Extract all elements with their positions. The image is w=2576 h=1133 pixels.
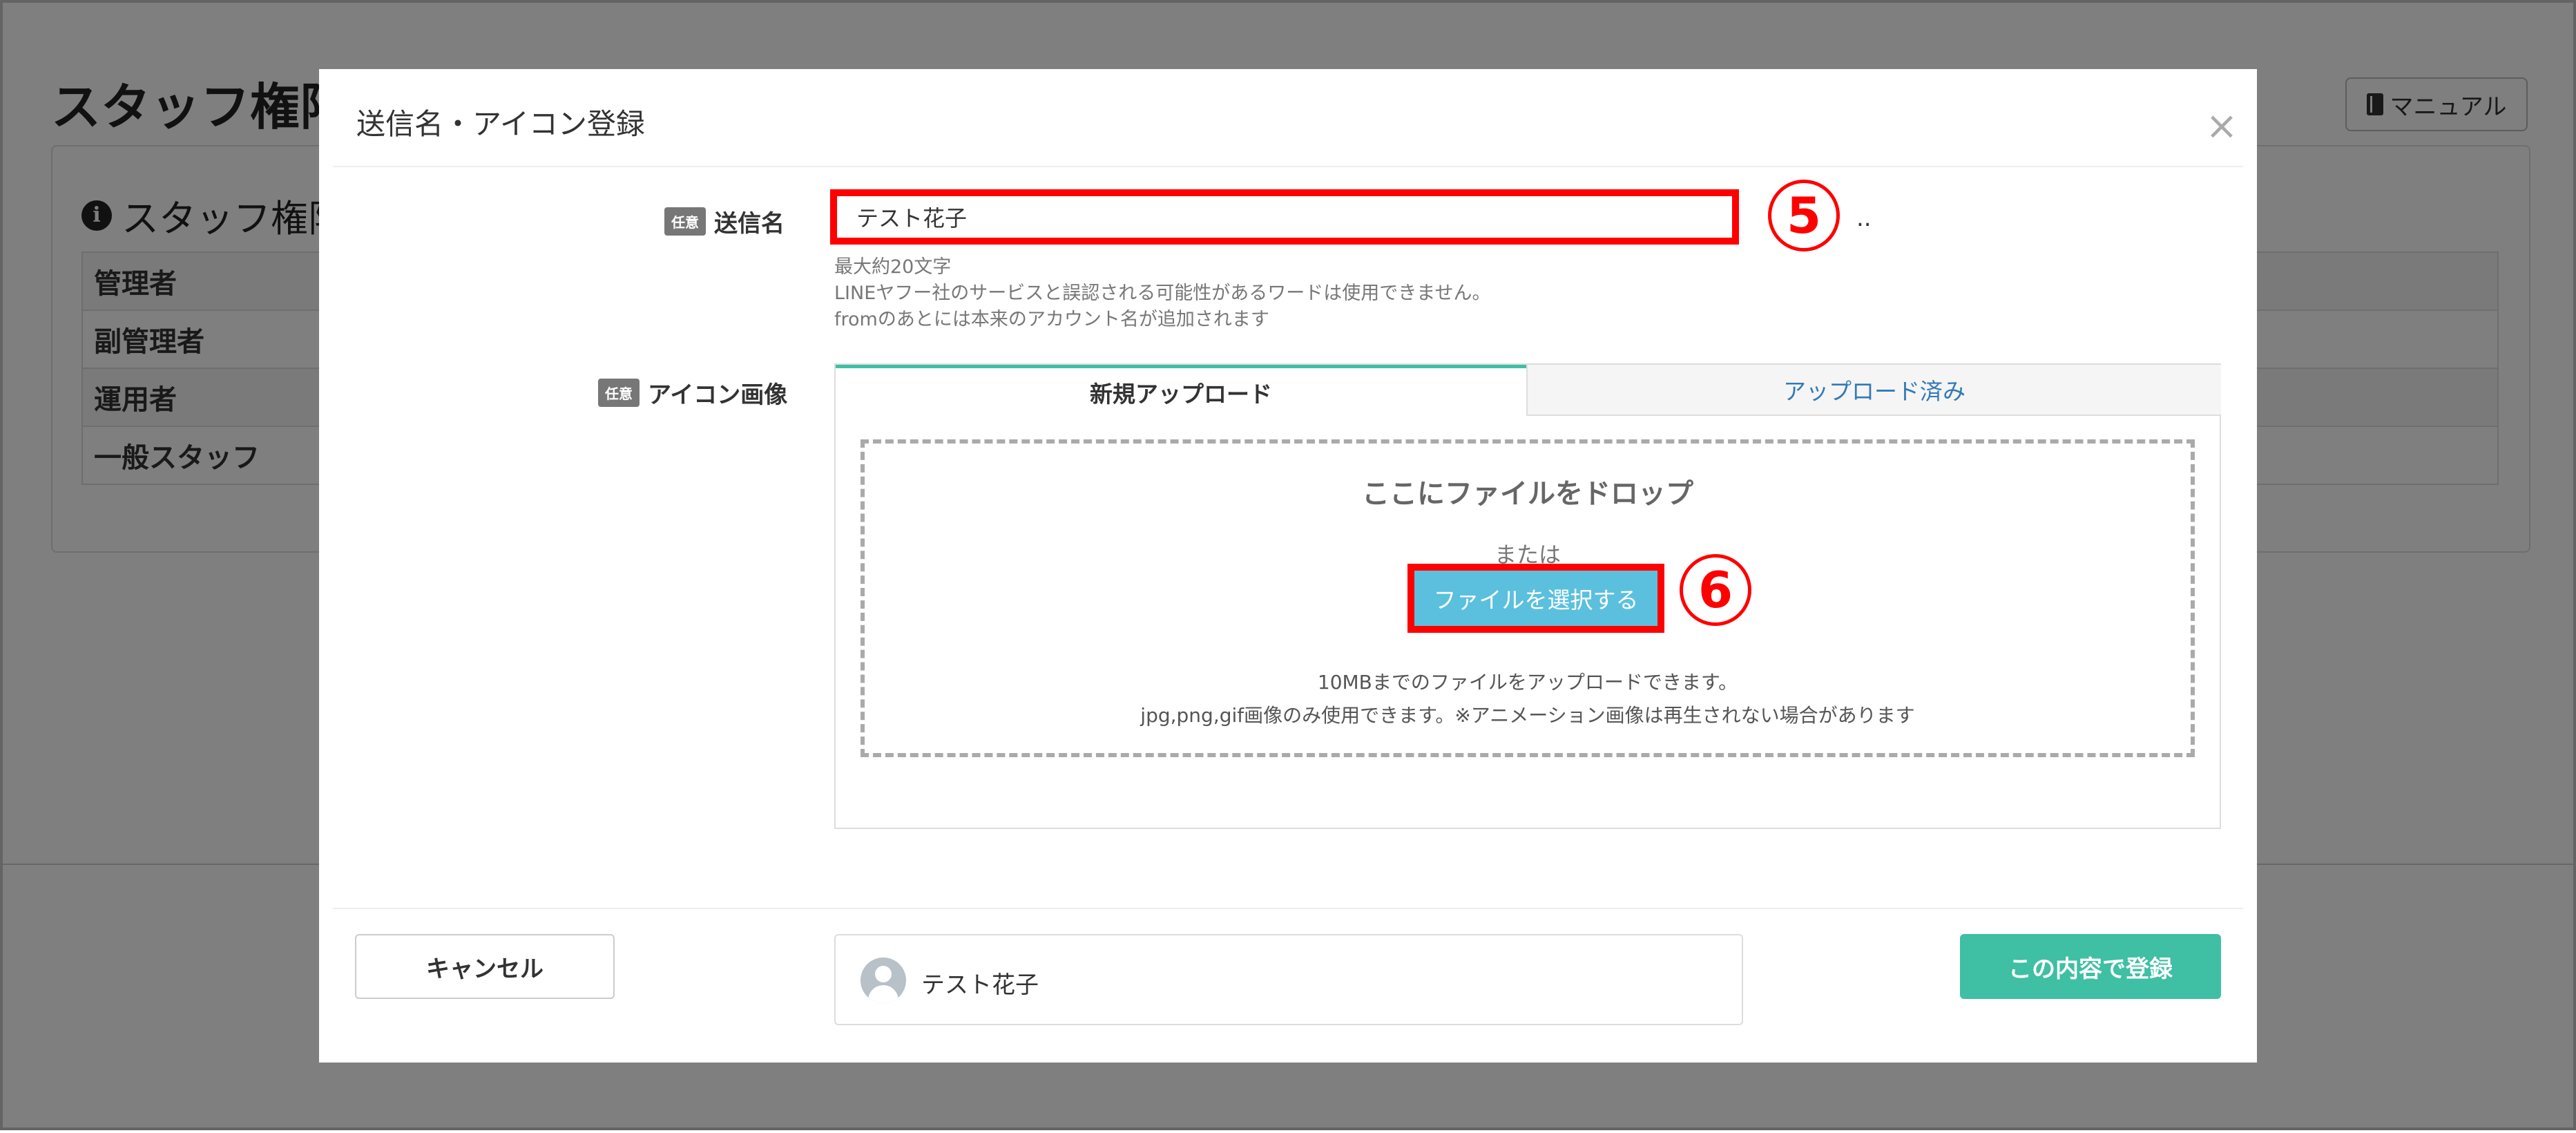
optional-badge: 任意: [664, 207, 706, 236]
sender-name-input[interactable]: [830, 189, 1739, 245]
close-icon[interactable]: ×: [2204, 107, 2239, 146]
trailing-dots: ..: [1856, 204, 1872, 232]
cancel-button[interactable]: キャンセル: [355, 934, 615, 999]
modal-title: 送信名・アイコン登録: [356, 107, 645, 141]
optional-badge: 任意: [598, 379, 640, 407]
step-marker-6: 6: [1680, 554, 1751, 626]
sender-preview: テスト花子: [834, 934, 1743, 1025]
sender-name-label: 任意 送信名: [664, 204, 785, 238]
select-file-button[interactable]: ファイルを選択する: [1407, 564, 1664, 633]
modal-header: 送信名・アイコン登録 ×: [333, 69, 2243, 167]
preview-sender-name: テスト花子: [921, 971, 1039, 999]
avatar: [861, 958, 906, 1003]
step-marker-5: 5: [1768, 180, 1840, 251]
upload-size-note: 10MBまでのファイルをアップロードできます。: [1317, 671, 1738, 694]
tab-new-upload[interactable]: 新規アップロード: [836, 365, 1526, 416]
icon-image-label-text: アイコン画像: [648, 381, 788, 409]
icon-image-label: 任意 アイコン画像: [598, 376, 787, 410]
icon-upload-panel: 新規アップロード アップロード済み ここにファイルをドロップ または ファイルを…: [834, 363, 2221, 829]
sender-name-help: 最大約20文字 LINEヤフー社のサービスと誤認される可能性があるワードは使用で…: [834, 254, 1490, 333]
drop-title: ここにファイルをドロップ: [1362, 478, 1693, 510]
help-line: 最大約20文字: [834, 256, 952, 278]
modal-footer-divider: [333, 908, 2243, 909]
sender-name-label-text: 送信名: [714, 210, 785, 238]
help-line: fromのあとには本来のアカウント名が追加されます: [834, 309, 1269, 330]
sender-icon-modal: 送信名・アイコン登録 × 任意 送信名 5 .. 最大約20文字 LINEヤフー…: [319, 69, 2257, 1063]
help-line: LINEヤフー社のサービスと誤認される可能性があるワードは使用できません。: [834, 283, 1491, 304]
tab-uploaded[interactable]: アップロード済み: [1526, 365, 2221, 416]
file-drop-zone[interactable]: ここにファイルをドロップ または ファイルを選択する 6 10MBまでのファイル…: [861, 439, 2195, 757]
upload-format-note: jpg,png,gif画像のみ使用できます。※アニメーション画像は再生されない場…: [1140, 704, 1915, 727]
register-button[interactable]: この内容で登録: [1960, 934, 2221, 999]
